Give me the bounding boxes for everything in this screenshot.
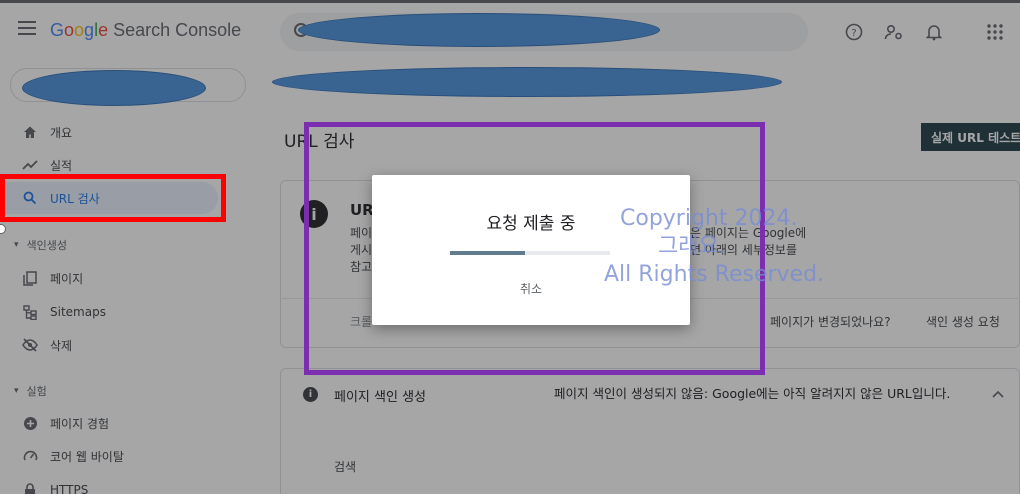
copyright-watermark: Copyright 2024. 그래요. All Rights Reserved… bbox=[600, 205, 830, 289]
watermark-line: 그래요. bbox=[658, 234, 726, 259]
progress-bar-fill bbox=[450, 251, 526, 255]
watermark-line: Copyright 2024. bbox=[620, 206, 798, 231]
progress-bar bbox=[450, 251, 610, 255]
highlight-box-red bbox=[0, 174, 226, 222]
watermark-line: All Rights Reserved. bbox=[604, 262, 825, 287]
